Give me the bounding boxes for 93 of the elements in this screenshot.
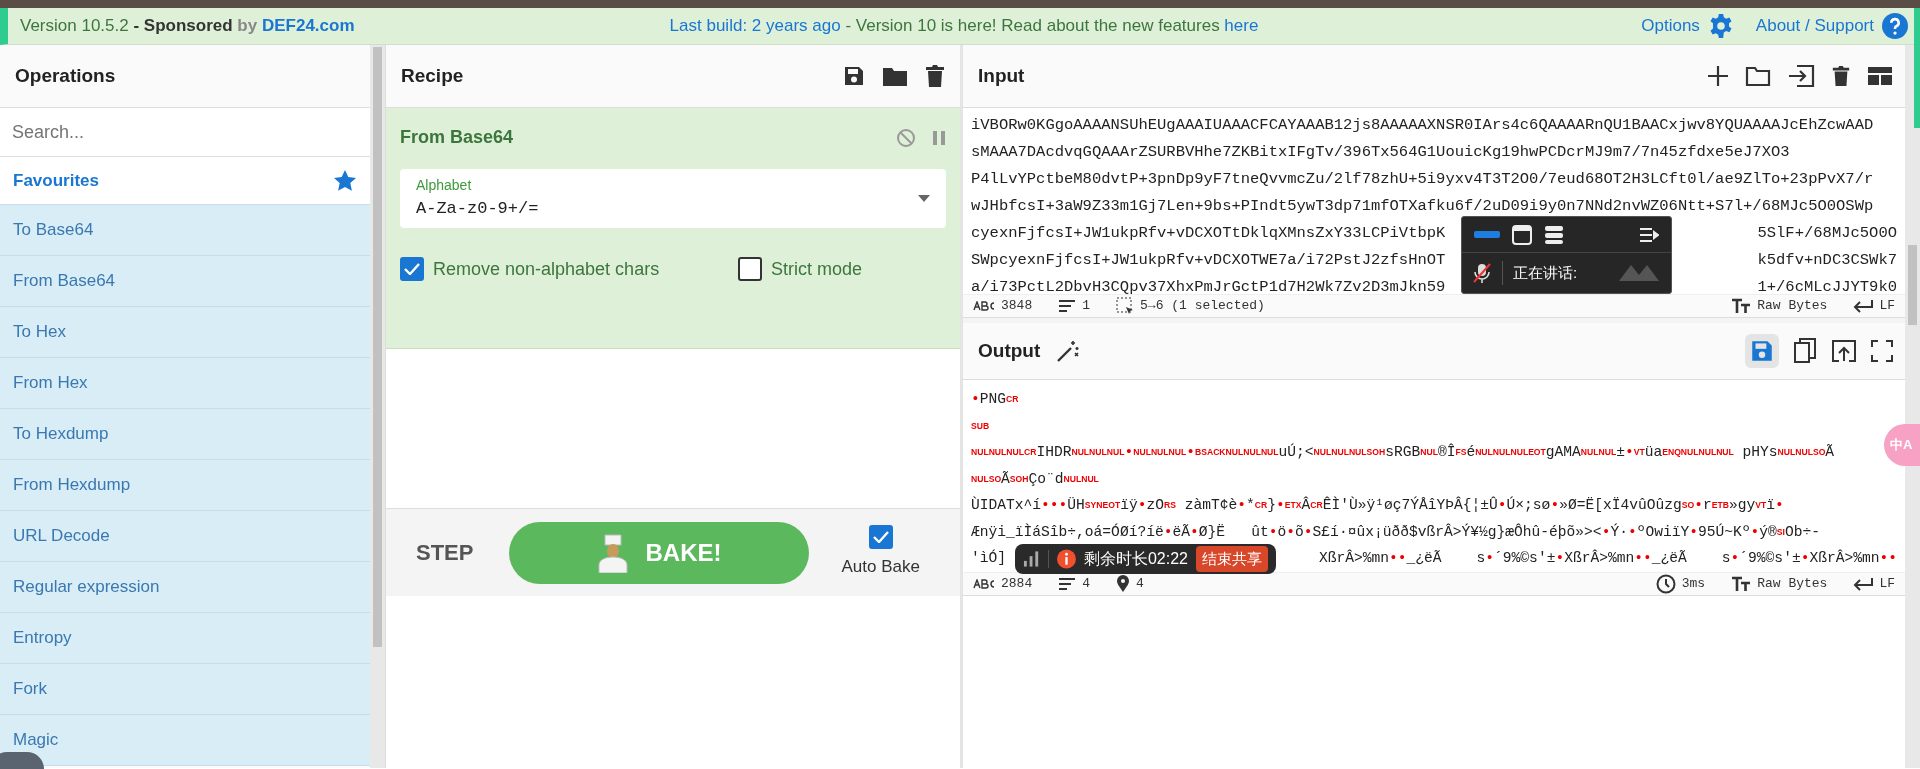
- lines-icon: [1058, 577, 1077, 591]
- step-title: From Base64: [400, 126, 514, 149]
- bake-button[interactable]: BAKE!: [509, 521, 810, 584]
- return-icon: [1853, 299, 1874, 313]
- operation-item[interactable]: To Base64: [0, 205, 370, 256]
- speaker-status: 正在讲话:: [1513, 262, 1578, 283]
- output-text: SUB: [971, 419, 990, 433]
- operation-item[interactable]: From Base64: [0, 256, 370, 307]
- step-button[interactable]: STEP: [402, 536, 488, 569]
- operation-item[interactable]: Entropy: [0, 613, 370, 664]
- changelog-link[interactable]: Last build: 2 years ago: [669, 16, 841, 36]
- magic-wand-icon[interactable]: [1056, 339, 1081, 363]
- output-text: ÙIDATx^í•••ÜHSYNEOTïÿ•zORS zàmT¢è•*CR}•ETXÂCRÊÌ'Ù»ÿ¹øç7ÝÅîYÞÂ{¦±Û•Ú×;sø•»Ø=Ë[xÏ4vûOûzgSO•rETB»gyVTï•: [971, 495, 1784, 515]
- window-icon[interactable]: [1512, 224, 1532, 245]
- operation-item[interactable]: To Hex: [0, 307, 370, 358]
- replace-input-icon[interactable]: [1831, 339, 1857, 363]
- copy-icon[interactable]: [1793, 338, 1817, 364]
- save-icon[interactable]: [842, 64, 866, 88]
- operation-item[interactable]: URL Decode: [0, 511, 370, 562]
- lines-icon: [1058, 299, 1077, 313]
- layout-icon[interactable]: [1867, 65, 1893, 87]
- caret-icon: [918, 194, 930, 202]
- auto-bake-label: Auto Bake: [841, 556, 920, 579]
- selection-icon: [1116, 297, 1135, 315]
- operation-item[interactable]: From Hex: [0, 358, 370, 409]
- features-link[interactable]: here: [1224, 16, 1259, 36]
- panel-title: Input: [978, 63, 1025, 88]
- help-icon: [1882, 13, 1908, 39]
- output-text: Ænÿi_ïÌáSîb÷,oá=ÓØí?íë•ëÃ•Ø}Ë ût•ö•õ•S£í·¤ûx¡üðð$vßrÂ>Ý¥½g}æÔhû-éþõ»><•Ý·•ºOwiïY•95Ú~Kº•ý®SIOb÷-: [971, 522, 1820, 542]
- input-text[interactable]: SWpcyexnFjfcsI+JW1ukpRfv+vDCXOTWE7a/i72PstJ2zfsHnOT: [971, 247, 1446, 274]
- output-text: NULSOÃSOHÇo¨dNULNUL: [971, 469, 1099, 489]
- operation-item[interactable]: Regular expression: [0, 562, 370, 613]
- input-text[interactable]: wJHbfcsI+3aW9Z33m1Gj7Len+9bs+PIndt5ywT3dp71mfOTXafku6f/2uD09i9y0n7NNd2nvWZ06Ntt+S7l+/68MJc5O0OSWp: [971, 193, 1897, 220]
- checkbox[interactable]: [738, 257, 762, 281]
- character-count: 2884: [1001, 575, 1033, 594]
- tick-icon: [404, 263, 420, 275]
- return-icon: [1853, 577, 1874, 591]
- menu-icon[interactable]: [1639, 226, 1659, 243]
- operation-item[interactable]: To Hexdump: [0, 409, 370, 460]
- output-text: 'ìÓ]: [971, 548, 1007, 568]
- search-field[interactable]: Search...: [0, 108, 370, 157]
- remaining-time: 剩余时长02:22: [1083, 549, 1188, 569]
- stack-icon[interactable]: [1544, 224, 1564, 245]
- operation-item[interactable]: Magic: [0, 715, 370, 766]
- input-text[interactable]: cyexnFjfcsI+JW1ukpRfv+vDCXOTtDklqXMnsZxY33LCPiVtbpK: [971, 220, 1446, 247]
- bake-time: 3ms: [1681, 575, 1706, 594]
- operation-item[interactable]: Fork: [0, 664, 370, 715]
- input-text[interactable]: iVBORw0KGgoAAAANSUhEUgAAAIUAAACFCAYAAAB12js8AAAAAXNSR0IArs4c6QAAAARnQU1BAACxjwv8YQUAAAAJcEhZcwAAD: [971, 112, 1897, 139]
- output-text: XßrÂ>%mn••_¿ëÃ s•´9%©s'±•XßrÂ>%mn••_¿ëÃ s•´9%©s'±•XßrÂ>%mn••: [1318, 548, 1897, 568]
- encoding-button[interactable]: Raw Bytes: [1757, 574, 1828, 594]
- trash-icon[interactable]: [1831, 64, 1851, 88]
- checkbox[interactable]: [868, 525, 893, 550]
- input-text[interactable]: k5dfv+nDC3CSWk7: [1757, 247, 1897, 274]
- characters-icon: [973, 301, 995, 311]
- chef-icon: [597, 532, 630, 573]
- sponsor-link[interactable]: DEF24.com: [261, 16, 355, 36]
- minimize-icon[interactable]: [1474, 230, 1500, 239]
- about-support-link[interactable]: About / Support: [1755, 13, 1908, 39]
- expand-button[interactable]: [0, 752, 44, 769]
- announcement-text: Last build: 2 years ago - Version 10 is here! Read about the new features here: [669, 15, 1259, 38]
- line-count: 4: [1082, 575, 1091, 594]
- add-icon[interactable]: [1707, 65, 1729, 87]
- stop-sharing-button[interactable]: 结束共享: [1196, 545, 1268, 573]
- operation-item[interactable]: From Hexdump: [0, 460, 370, 511]
- trash-icon[interactable]: [924, 64, 946, 88]
- clock-icon: [1655, 574, 1676, 594]
- input-text[interactable]: sMAAA7DAcdvqGQAAArZSURBVHhe7ZKBitxIFgTv/396Tx564G1UouicKg19hwPCDcrMJ9m7/7n45zfdxe5eJ7XO3: [971, 139, 1897, 166]
- folder-icon[interactable]: [1745, 65, 1771, 87]
- output-text: •PNGCR: [971, 390, 1019, 409]
- panel-title: Output: [978, 338, 1041, 363]
- signal-icon: [1023, 550, 1041, 568]
- info-icon: [1057, 549, 1076, 569]
- alphabet-dropdown[interactable]: Alphabet A-Za-z0-9+/=: [400, 169, 946, 228]
- checkbox[interactable]: [400, 257, 424, 281]
- text-size-icon: [1731, 298, 1752, 314]
- marker-count: 4: [1136, 575, 1144, 594]
- option-label: Strict mode: [771, 257, 863, 281]
- text-size-icon: [1731, 576, 1752, 592]
- star-icon: [333, 168, 357, 193]
- fullscreen-icon[interactable]: [1871, 340, 1893, 362]
- option-label: Remove non-alphabet chars: [433, 257, 660, 281]
- import-icon[interactable]: [1787, 64, 1815, 88]
- muted-microphone-icon: [1472, 262, 1492, 284]
- characters-icon: [973, 579, 995, 589]
- input-text[interactable]: P4lLvYPctbeM80dvtP+3pnDp9yF7tneQvvmcZu/2lf78zhU+5i9yxv4T3T2O0/7eud68OT2H3LCft0l/ae9ZlTo+23pPvX7/r: [971, 166, 1897, 193]
- options-link[interactable]: Options: [1641, 13, 1734, 39]
- line-ending-button[interactable]: LF: [1879, 574, 1895, 594]
- output-text: NULNULNULCRIHDRNULNULNUL•NULNULNUL•BSACKNULNULNULuÚ;<NULNULNULSOHsRGBNUL®Î FSéNULNULNULEOTgAMANULNUL±•VTüaENQNULNULNUL pHYsNULNULSOÃ: [971, 442, 1835, 462]
- category-header[interactable]: Favourites: [0, 157, 370, 205]
- panel-title: Recipe: [401, 63, 464, 88]
- tick-icon: [872, 531, 889, 544]
- input-text[interactable]: 5SlF+/68MJc5O0O: [1757, 220, 1897, 247]
- version-text: Version 10.5.2 - Sponsored by DEF24.com: [20, 15, 355, 38]
